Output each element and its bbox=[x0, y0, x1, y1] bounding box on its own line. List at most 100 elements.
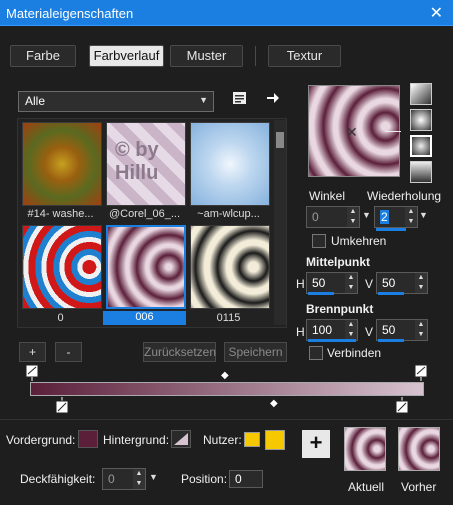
swatch-washed[interactable] bbox=[22, 122, 102, 206]
spin-up-icon[interactable]: ▲ bbox=[415, 320, 427, 330]
swatch-label-selected: 006 bbox=[103, 311, 186, 325]
center-v-slider[interactable] bbox=[378, 292, 404, 295]
bg-gradient-swatch[interactable] bbox=[171, 430, 191, 448]
tab-separator bbox=[255, 46, 256, 66]
angle-label: Winkel bbox=[309, 189, 346, 203]
center-marker[interactable]: ✕ bbox=[346, 124, 358, 141]
gallery-scrollbar[interactable] bbox=[274, 120, 286, 325]
spin-down-icon[interactable]: ▼ bbox=[415, 330, 427, 340]
link-label[interactable]: Verbinden bbox=[327, 346, 381, 360]
center-h-value: 50 bbox=[312, 276, 326, 290]
user-color-swatch-large[interactable] bbox=[265, 430, 285, 450]
invert-label[interactable]: Umkehren bbox=[331, 234, 386, 248]
repeat-label: Wiederholung bbox=[367, 189, 442, 203]
save-button[interactable]: Speichern bbox=[224, 342, 287, 362]
spin-down-icon[interactable]: ▼ bbox=[133, 479, 145, 489]
spin-up-icon[interactable]: ▲ bbox=[347, 207, 359, 217]
dropdown-arrow-icon[interactable]: ▼ bbox=[419, 210, 428, 220]
focal-v-value: 50 bbox=[382, 323, 396, 337]
position-value: 0 bbox=[235, 472, 242, 486]
swatch-label: 0115 bbox=[216, 312, 241, 324]
fg-swatch[interactable] bbox=[78, 430, 98, 448]
swatch-006[interactable] bbox=[106, 225, 186, 309]
spin-up-icon[interactable]: ▲ bbox=[133, 469, 145, 479]
focal-h-slider[interactable] bbox=[308, 339, 356, 342]
style-sunburst-button[interactable] bbox=[410, 161, 432, 183]
fg-label: Vordergrund: bbox=[6, 433, 76, 447]
focal-h-input[interactable]: 100 ▲ ▼ bbox=[306, 319, 358, 341]
tab-farbe[interactable]: Farbe bbox=[10, 45, 76, 67]
swatch-0115[interactable] bbox=[190, 225, 270, 309]
position-label: Position: bbox=[181, 472, 228, 486]
spin-down-icon[interactable]: ▼ bbox=[347, 217, 359, 227]
current-preview[interactable] bbox=[344, 427, 386, 471]
spin-up-icon[interactable]: ▲ bbox=[415, 273, 427, 283]
opacity-value: 0 bbox=[108, 472, 115, 486]
center-h-slider[interactable] bbox=[308, 292, 334, 295]
add-gradient-button[interactable]: + bbox=[19, 342, 46, 362]
repeat-slider[interactable] bbox=[376, 228, 406, 231]
swatch-label: #14- washe... bbox=[27, 208, 94, 220]
add-swatch-button[interactable]: + bbox=[302, 430, 330, 458]
focal-v-label: V bbox=[365, 325, 374, 339]
spin-down-icon[interactable]: ▼ bbox=[345, 283, 357, 293]
swatch-watermark: © by Hillu bbox=[115, 139, 159, 184]
gradient-stop-bottom-left[interactable] bbox=[55, 397, 69, 415]
opacity-input[interactable]: 0 ▲ ▼ bbox=[102, 468, 146, 490]
gradient-stop-bottom-right[interactable] bbox=[395, 397, 409, 415]
previous-label: Vorher bbox=[401, 480, 437, 494]
bg-label: Hintergrund: bbox=[103, 433, 170, 447]
center-v-value: 50 bbox=[382, 276, 396, 290]
dropdown-arrow-icon[interactable]: ▼ bbox=[362, 210, 371, 220]
style-radial-button[interactable] bbox=[410, 135, 432, 157]
gradient-bar[interactable] bbox=[30, 382, 424, 396]
focal-v-slider[interactable] bbox=[378, 339, 404, 342]
link-checkbox[interactable] bbox=[309, 346, 323, 360]
tab-muster[interactable]: Muster bbox=[170, 45, 243, 67]
tab-textur[interactable]: Textur bbox=[268, 45, 341, 67]
reset-button[interactable]: Zurücksetzen bbox=[143, 342, 216, 362]
center-h-label: H bbox=[296, 277, 305, 291]
tab-farbverlauf[interactable]: Farbverlauf bbox=[89, 45, 164, 67]
user-color-swatch[interactable] bbox=[244, 432, 260, 447]
angle-value: 0 bbox=[312, 210, 319, 224]
style-linear-button[interactable] bbox=[410, 83, 432, 105]
gradient-stop-top-left[interactable] bbox=[25, 364, 39, 382]
repeat-input[interactable]: 2 ▲ ▼ bbox=[374, 206, 418, 228]
focal-h-value: 100 bbox=[312, 323, 333, 337]
center-v-input[interactable]: 50 ▲ ▼ bbox=[376, 272, 428, 294]
swatch-0[interactable] bbox=[22, 225, 102, 309]
position-input[interactable]: 0 bbox=[229, 470, 263, 488]
swatch-wlcup[interactable] bbox=[190, 122, 270, 206]
invert-checkbox[interactable] bbox=[312, 234, 326, 248]
gradient-preview[interactable]: ✕ bbox=[308, 85, 401, 177]
library-icon[interactable] bbox=[232, 90, 248, 106]
center-v-label: V bbox=[365, 277, 374, 291]
scrollbar-thumb[interactable] bbox=[276, 132, 284, 148]
close-icon[interactable]: ✕ bbox=[430, 3, 443, 23]
category-select[interactable]: Alle ▼ bbox=[18, 91, 214, 112]
arrow-right-icon[interactable] bbox=[266, 91, 280, 105]
spin-down-icon[interactable]: ▼ bbox=[415, 283, 427, 293]
spin-up-icon[interactable]: ▲ bbox=[345, 273, 357, 283]
window-title: Materialeigenschaften bbox=[6, 6, 134, 21]
spin-down-icon[interactable]: ▼ bbox=[405, 217, 417, 227]
swatch-label: @Corel_06_... bbox=[108, 208, 181, 220]
angle-input[interactable]: 0 ▲ ▼ bbox=[306, 206, 360, 228]
gradient-stop-top-right[interactable] bbox=[414, 364, 428, 382]
midpoint-marker-top[interactable]: ◆ bbox=[221, 370, 229, 381]
swatch-corel[interactable]: © by Hillu bbox=[106, 122, 186, 206]
style-rectangular-button[interactable] bbox=[410, 109, 432, 131]
repeat-value: 2 bbox=[380, 210, 389, 224]
previous-preview[interactable] bbox=[398, 427, 440, 471]
swatch-label: 0 bbox=[57, 312, 64, 324]
dropdown-arrow-icon[interactable]: ▼ bbox=[149, 472, 158, 482]
category-value: Alle bbox=[25, 94, 46, 108]
spin-up-icon[interactable]: ▲ bbox=[345, 320, 357, 330]
focal-v-input[interactable]: 50 ▲ ▼ bbox=[376, 319, 428, 341]
spin-up-icon[interactable]: ▲ bbox=[405, 207, 417, 217]
center-h-input[interactable]: 50 ▲ ▼ bbox=[306, 272, 358, 294]
current-label: Aktuell bbox=[348, 480, 385, 494]
midpoint-marker-bottom[interactable]: ◆ bbox=[270, 398, 278, 409]
remove-gradient-button[interactable]: - bbox=[55, 342, 82, 362]
